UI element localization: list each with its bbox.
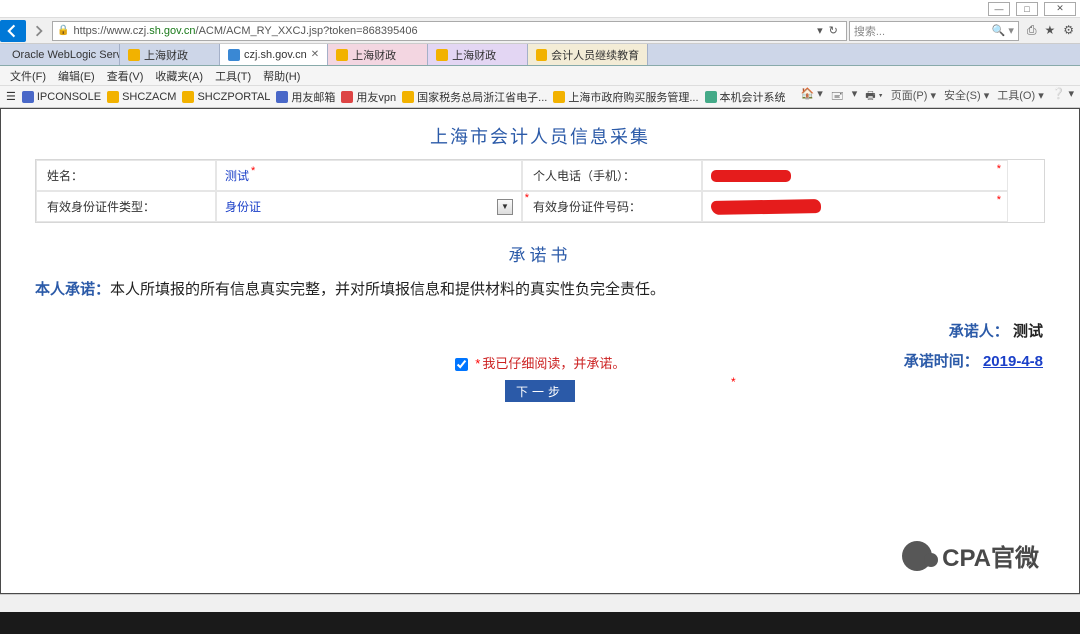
required-icon: * [731, 375, 736, 389]
window-maximize-button[interactable]: □ [1016, 2, 1038, 16]
fav-shczportal[interactable]: SHCZPORTAL [182, 91, 270, 103]
select-idtype[interactable]: 身份证 ▼ * [216, 191, 522, 222]
browser-search-box[interactable]: 搜索... 🔍 ▾ [849, 21, 1019, 41]
redacted-idno [711, 199, 821, 215]
toolbar-safety[interactable]: 安全(S) ▾ [944, 87, 989, 106]
favicon-icon [128, 49, 140, 61]
favicon-icon [536, 49, 547, 61]
fav-ipconsole[interactable]: IPCONSOLE [22, 91, 101, 103]
tab-shcz-2[interactable]: 上海财政 [328, 44, 428, 65]
toolbar-print[interactable]: 🖶 ▾ [865, 87, 883, 106]
tab-czj-active[interactable]: czj.sh.gov.cn✕ [220, 44, 328, 65]
nav-forward-button[interactable] [28, 20, 50, 42]
url-scheme: https://www.czj.sh.gov.cn/ACM/ACM_RY_XXC… [73, 25, 417, 37]
favorites-bar: ☰ IPCONSOLE SHCZACM SHCZPORTAL 用友邮箱 用友vp… [0, 86, 1080, 108]
taskbar [0, 612, 1080, 634]
menu-edit[interactable]: 编辑(E) [54, 68, 99, 84]
fav-shgov[interactable]: 上海市政府购买服务管理... [553, 89, 698, 105]
menu-favorites[interactable]: 收藏夹(A) [151, 68, 207, 84]
window-minimize-button[interactable]: — [988, 2, 1010, 16]
window-titlebar: — □ ✕ [0, 0, 1080, 18]
tab-shcz-1[interactable]: 上海财政 [120, 44, 220, 65]
fav-yyvpn[interactable]: 用友vpn [341, 89, 396, 105]
menu-bar: 文件(F) 编辑(E) 查看(V) 收藏夹(A) 工具(T) 帮助(H) [0, 66, 1080, 86]
label-name: 姓名： [36, 160, 216, 191]
fav-shczacm[interactable]: SHCZACM [107, 91, 176, 103]
input-phone[interactable]: * [702, 160, 1008, 191]
info-form: 姓名： 测试 * 个人电话（手机）： * 有效身份证件类型： 身份证 ▼ * 有… [35, 159, 1045, 223]
fav-menu-icon[interactable]: ☰ [6, 90, 16, 103]
refresh-icon[interactable]: ↻ [829, 24, 838, 37]
tab-weblogic[interactable]: Oracle WebLogic Server Ad... [0, 44, 120, 65]
toolbar-feeds[interactable]: 🖃 [831, 87, 844, 106]
toolbar-help[interactable]: ❔ ▾ [1052, 87, 1074, 106]
watermark: CPA官微 [902, 538, 1039, 573]
redacted-phone [711, 170, 791, 182]
browser-navbar: 🔒 https://www.czj.sh.gov.cn/ACM/ACM_RY_X… [0, 18, 1080, 44]
confirm-checkbox[interactable] [455, 358, 468, 371]
page-content: 上海市会计人员信息采集 姓名： 测试 * 个人电话（手机）： * 有效身份证件类… [0, 108, 1080, 594]
fav-yymail[interactable]: 用友邮箱 [276, 89, 335, 105]
menu-view[interactable]: 查看(V) [103, 68, 148, 84]
input-name[interactable]: 测试 * [216, 160, 522, 191]
label-phone: 个人电话（手机）： [522, 160, 702, 191]
toolbar-home[interactable]: 🏠 ▾ [801, 87, 823, 106]
favorites-icon[interactable]: ★ [1044, 23, 1055, 38]
favicon-icon [336, 49, 348, 61]
menu-help[interactable]: 帮助(H) [259, 68, 304, 84]
favicon-ie-icon [228, 49, 240, 61]
label-idno: 有效身份证件号码： [522, 191, 702, 222]
menu-file[interactable]: 文件(F) [6, 68, 50, 84]
nav-back-button[interactable] [0, 20, 26, 42]
input-idno[interactable]: * [702, 191, 1008, 222]
window-close-button[interactable]: ✕ [1044, 2, 1076, 16]
fav-tax[interactable]: 国家税务总局浙江省电子... [402, 89, 547, 105]
commitment-date-link[interactable]: 2019-4-8 [983, 353, 1043, 370]
confirm-label: 我已仔细阅读，并承诺。 [482, 356, 625, 371]
favicon-icon [436, 49, 448, 61]
toolbar-page[interactable]: 页面(P) ▾ [891, 87, 936, 106]
tab-close-icon[interactable]: ✕ [311, 49, 319, 60]
toolbar-tools[interactable]: 工具(O) ▾ [997, 87, 1043, 106]
tools-icon[interactable]: ⚙ [1063, 23, 1074, 38]
dropdown-icon[interactable]: ▾ [817, 24, 823, 37]
tab-shcz-3[interactable]: 上海财政 [428, 44, 528, 65]
label-idtype: 有效身份证件类型： [36, 191, 216, 222]
chevron-down-icon[interactable]: ▼ [497, 199, 513, 215]
menu-tools[interactable]: 工具(T) [211, 68, 255, 84]
page-title: 上海市会计人员信息采集 [1, 109, 1079, 159]
address-bar[interactable]: 🔒 https://www.czj.sh.gov.cn/ACM/ACM_RY_X… [52, 21, 847, 41]
next-button[interactable]: 下一步 [505, 380, 575, 402]
home-icon[interactable]: ⎙ [1027, 23, 1037, 38]
fav-local[interactable]: 本机会计系统 [705, 89, 786, 105]
lock-icon: 🔒 [57, 25, 69, 36]
commitment-title: 承诺书 [1, 223, 1079, 278]
status-bar [0, 594, 1080, 612]
commitment-text: 本人承诺：本人所填报的所有信息真实完整，并对所填报信息和提供材料的真实性负完全责… [1, 278, 1079, 299]
tab-kjjx[interactable]: 会计人员继续教育 [528, 44, 648, 65]
tab-strip: Oracle WebLogic Server Ad... 上海财政 czj.sh… [0, 44, 1080, 66]
wechat-icon [902, 541, 932, 571]
toolbar-dropdown[interactable]: ▾ [852, 87, 858, 106]
